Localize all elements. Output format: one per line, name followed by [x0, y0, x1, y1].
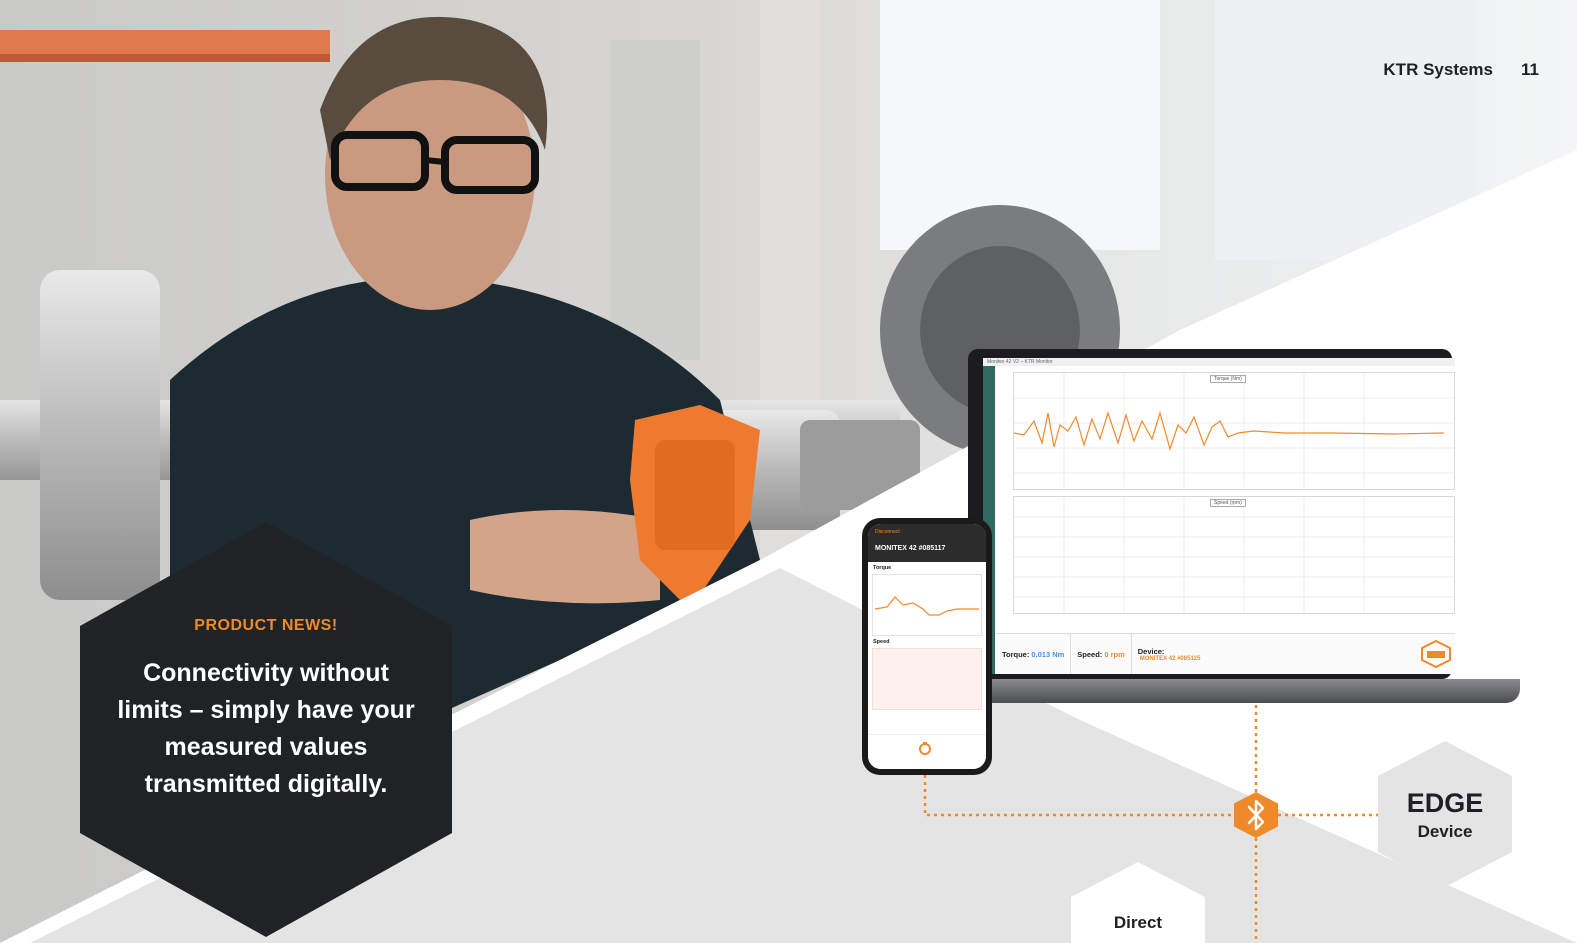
torque-chart-plot: [1013, 373, 1454, 489]
speed-readout: Speed: 0 rpm: [1071, 634, 1132, 674]
phone-torque-chart: [872, 574, 982, 636]
torque-chart: Torque (Nm): [1013, 372, 1455, 490]
phone-app-header: Disconnect MONITEX 42 #085117: [868, 524, 986, 562]
app-title-bar: Monitex 42 V2 – KTR Monitor: [983, 358, 1455, 366]
speed-readout-value: 0 rpm: [1104, 649, 1125, 659]
product-news-headline: Connectivity without limits – simply hav…: [117, 659, 415, 798]
torque-readout: Torque: 0.013 Nm: [996, 634, 1072, 674]
timer-icon: [919, 742, 931, 755]
device-readout-value: MONITEX 42 #085125: [1139, 655, 1201, 662]
laptop-screen: Monitex 42 V2 – KTR Monitor Torque (Nm): [968, 349, 1455, 679]
direct-label: Direct: [1113, 913, 1163, 932]
device-readout: Device: MONITEX 42 #085125: [1132, 634, 1207, 674]
ktr-logo-icon: [1421, 640, 1451, 668]
product-news-label: PRODUCT NEWS!: [194, 617, 338, 634]
phone-torque-label: Torque: [873, 565, 892, 571]
phone-screen: Disconnect MONITEX 42 #085117 Torque Spe…: [868, 524, 986, 769]
speed-chart: Speed (rpm): [1013, 496, 1455, 614]
page-header: KTR Systems 11: [1383, 60, 1539, 80]
phone-mockup: Disconnect MONITEX 42 #085117 Torque Spe…: [862, 518, 992, 775]
monitoring-app: Monitex 42 V2 – KTR Monitor Torque (Nm): [983, 358, 1455, 674]
speed-readout-label: Speed:: [1077, 649, 1103, 659]
brand-name: KTR Systems: [1383, 60, 1494, 79]
phone-speed-chart: [872, 648, 982, 710]
torque-chart-tag: Torque (Nm): [1210, 375, 1246, 383]
torque-series-line: [1013, 410, 1445, 452]
edge-device-title: EDGE: [1406, 788, 1484, 818]
app-status-bar: Torque: 0.013 Nm Speed: 0 rpm Device: MO…: [996, 633, 1455, 674]
phone-status: Disconnect: [875, 529, 900, 535]
speed-chart-plot: [1014, 497, 1454, 613]
bluetooth-icon: [1234, 792, 1278, 838]
laptop-mockup: Monitex 42 V2 – KTR Monitor Torque (Nm): [960, 345, 1520, 710]
laptop-base: [960, 679, 1520, 703]
phone-device-name: MONITEX 42 #085117: [875, 545, 946, 552]
torque-readout-label: Torque:: [1002, 649, 1030, 659]
edge-device-subtitle: Device: [1417, 822, 1473, 841]
page-number: 11: [1521, 60, 1539, 79]
phone-app-footer: [868, 734, 986, 769]
phone-speed-label: Speed: [873, 639, 890, 645]
phone-torque-series: [874, 596, 979, 616]
device-readout-label: Device:: [1137, 646, 1165, 656]
speed-chart-tag: Speed (rpm): [1210, 499, 1246, 507]
phone-torque-plot: [874, 596, 979, 616]
torque-readout-value: 0.013 Nm: [1031, 649, 1065, 659]
